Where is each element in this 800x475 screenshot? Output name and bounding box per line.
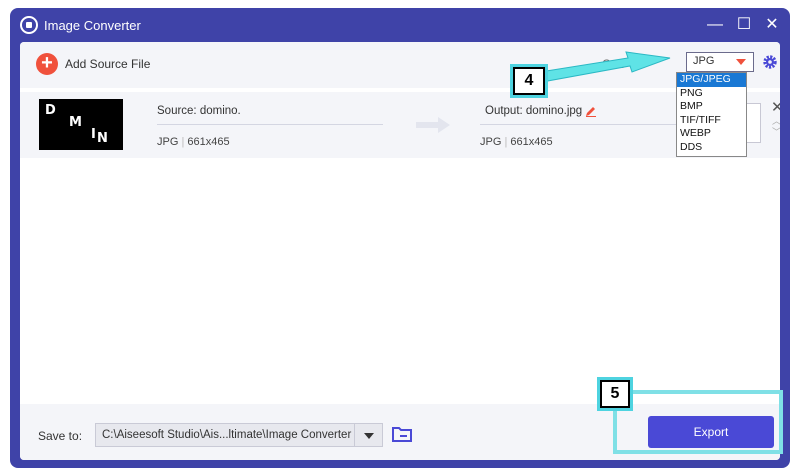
- export-highlight: [613, 390, 783, 454]
- callout-step-4: 4: [513, 67, 545, 95]
- callout-step-5: 5: [600, 380, 630, 408]
